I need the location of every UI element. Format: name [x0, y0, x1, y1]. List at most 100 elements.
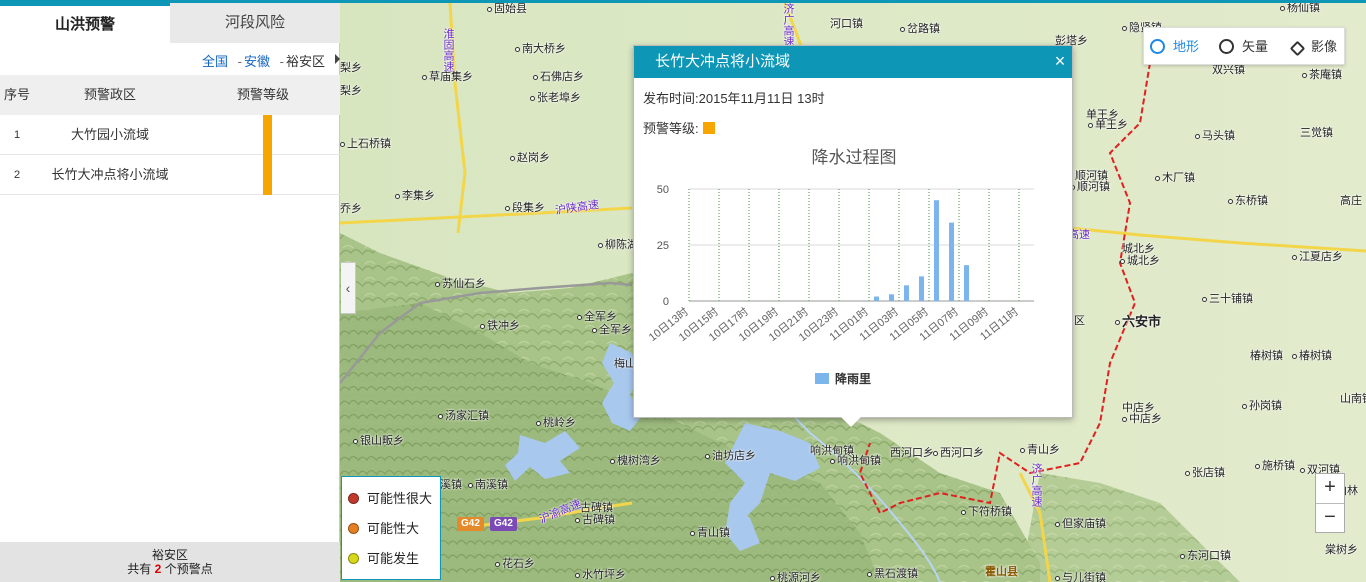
map-label: 梨乡: [340, 62, 362, 74]
tab-river-risk[interactable]: 河段风险: [170, 3, 340, 43]
highway-shield-g42: G42: [490, 517, 517, 531]
map-label: 下符桥镇: [961, 503, 1012, 519]
row-index: 2: [13, 169, 21, 181]
map-label: 油坊店乡: [705, 447, 756, 463]
map-county-label: 霍山县: [985, 566, 1018, 578]
table-row[interactable]: 2 长竹大冲点将小流域: [0, 155, 340, 195]
legend-item-possible: 可能发生: [348, 548, 419, 567]
map-label: 与儿街镇: [1055, 569, 1106, 582]
row-level: [186, 155, 340, 195]
legend-label: 降雨里: [835, 371, 871, 386]
map-label: 区: [1074, 315, 1085, 327]
basin-info-popup: 长竹大冲点将小流域 × 发布时间:2015年11月11日 13时 预警等级: 降…: [633, 45, 1073, 427]
summary-count: 2: [154, 562, 162, 576]
map-label: 溪镇: [440, 479, 462, 491]
map-label: 张老埠乡: [530, 89, 581, 105]
map-label: 顺河镇: [1070, 178, 1110, 194]
map-label: 江夏店乡: [1292, 248, 1343, 264]
panel-tabs: 山洪预警 河段风险: [0, 3, 340, 43]
breadcrumb-national[interactable]: 全国: [202, 54, 228, 69]
map-label: 中店乡: [1122, 410, 1162, 426]
breadcrumb-separator: -: [279, 54, 284, 69]
map-label: 三十铺镇: [1202, 290, 1253, 306]
zoom-in-button[interactable]: +: [1316, 474, 1344, 503]
warning-panel: 山洪预警 河段风险 全国 - 安徽 - 裕安区 序号 预警政区 预警等级 1 大竹园…: [0, 0, 340, 582]
panel-summary: 裕安区 共有 2 个预警点: [0, 542, 340, 582]
map-label: 山南镇: [1340, 393, 1366, 405]
map-label: 柳陈湖: [598, 236, 638, 252]
orange-dot-icon: [348, 523, 359, 534]
map-label: 单王乡: [1088, 116, 1128, 132]
map-label: 但家庙镇: [1055, 515, 1106, 531]
map-road-label: 淮固高速: [442, 28, 454, 72]
map-label: 南溪镇: [468, 476, 508, 492]
map-label: 岔路镇: [900, 20, 940, 36]
map-label: 水竹坪乡: [575, 566, 626, 582]
warning-level: 预警等级:: [643, 118, 715, 137]
rain-bar: [964, 265, 969, 301]
map-label: 汤家汇镇: [438, 407, 489, 423]
basemap-satellite-button[interactable]: 影像: [1289, 28, 1337, 66]
map-label: 施桥镇: [1255, 457, 1295, 473]
summary-region: 裕安区: [151, 548, 188, 562]
vector-globe-icon: [1219, 39, 1234, 54]
risk-legend: 可能性很大 可能性大 可能发生: [341, 476, 441, 580]
rain-bar: [889, 294, 894, 301]
basemap-terrain-button[interactable]: 地形: [1150, 28, 1199, 66]
map-label: 草庙集乡: [422, 68, 473, 84]
collapse-panel-button[interactable]: ‹: [341, 262, 356, 314]
map-label: 东河口镇: [1180, 547, 1231, 563]
map-label: 孙岗镇: [1242, 397, 1282, 413]
map-label: 三觉镇: [1300, 127, 1333, 139]
legend-item-very-high: 可能性很大: [348, 488, 432, 507]
legend-item-high: 可能性大: [348, 518, 419, 537]
popup-pointer: [841, 417, 861, 427]
breadcrumb-arrow-icon[interactable]: [335, 54, 340, 64]
breadcrumb-current: 裕安区: [285, 54, 325, 69]
col-level-header: 预警等级: [236, 87, 289, 102]
breadcrumb-separator: -: [237, 54, 242, 69]
summary-count-line: 共有 2 个预警点: [127, 562, 213, 576]
breadcrumb-anhui[interactable]: 安徽: [244, 54, 270, 69]
map-label: 梨乡: [340, 85, 362, 97]
rainfall-chart: 降水过程图0255010日13时10日15时10日17时10日19时10日21时…: [646, 148, 1034, 386]
basemap-vector-button[interactable]: 矢量: [1219, 28, 1268, 66]
map-label: 城北乡: [1120, 252, 1160, 268]
zoom-out-button[interactable]: −: [1316, 503, 1344, 532]
map-label: 固始县: [487, 3, 527, 16]
table-header: 序号 预警政区 预警等级: [0, 75, 340, 115]
map-label: 桃源河乡: [770, 569, 821, 582]
map-label: 张店镇: [1185, 464, 1225, 480]
basemap-switcher: 地形 矢量 影像: [1143, 27, 1345, 65]
zoom-control: + −: [1315, 473, 1345, 533]
red-dot-icon: [348, 493, 359, 504]
y-tick-label: 25: [657, 240, 669, 252]
map-label: 黑石渡镇: [867, 565, 918, 581]
chevron-left-icon: ‹: [345, 280, 351, 296]
chart-title: 降水过程图: [812, 148, 897, 167]
map-label: 高庄: [1340, 195, 1362, 207]
rain-bar: [904, 285, 909, 301]
yellow-dot-icon: [348, 553, 359, 564]
map-label: 石佛店乡: [533, 68, 584, 84]
map-label: 东桥镇: [1228, 192, 1268, 208]
map-road-label: 济广高速: [782, 3, 794, 47]
map-label: 铁冲乡: [480, 317, 520, 333]
map-label: 西河口乡: [933, 444, 984, 460]
close-icon[interactable]: ×: [1051, 50, 1069, 72]
row-index: 1: [13, 129, 21, 141]
map-label: 杨仙镇: [1280, 3, 1320, 15]
rain-bar: [949, 222, 954, 301]
warning-level-orange-icon: [263, 115, 272, 155]
map-label: 李集乡: [395, 187, 435, 203]
tab-flash-flood-warning[interactable]: 山洪预警: [0, 3, 170, 43]
map-label: 青山镇: [690, 524, 730, 540]
col-region-header: 预警政区: [83, 87, 136, 102]
map-label: 茶庵镇: [1302, 66, 1342, 82]
rain-bar: [874, 296, 879, 301]
table-row[interactable]: 1 大竹园小流域: [0, 115, 340, 155]
legend-swatch: [815, 373, 829, 384]
rain-bar: [934, 200, 939, 301]
map-label: 木厂镇: [1155, 169, 1195, 185]
popup-title: 长竹大冲点将小流域: [634, 46, 1072, 78]
